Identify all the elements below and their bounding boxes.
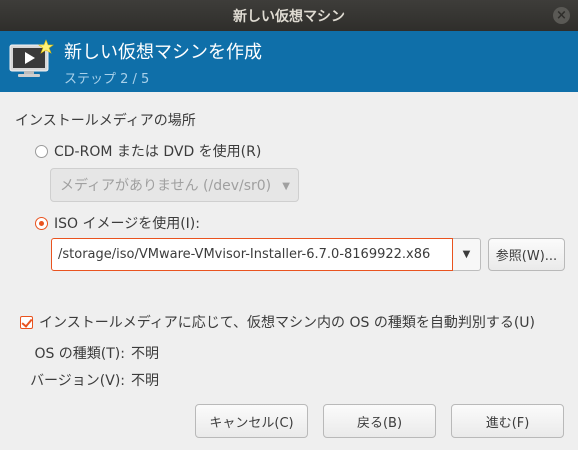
cancel-button-label: キャンセル(C)	[209, 415, 294, 431]
version-label: バージョン(V):	[30, 373, 125, 389]
window-titlebar: 新しい仮想マシン ×	[0, 0, 578, 31]
iso-radio-label: ISO イメージを使用(I):	[54, 216, 200, 232]
auto-detect-checkbox[interactable]	[20, 315, 33, 329]
window-title: 新しい仮想マシン	[233, 8, 345, 25]
version-value: 不明	[131, 373, 159, 389]
cdrom-device-value: メディアがありません (/dev/sr0)	[60, 178, 272, 194]
iso-radio-option[interactable]: ISO イメージを使用(I):	[35, 213, 200, 233]
cdrom-radio-option[interactable]: CD-ROM または DVD を使用(R)	[35, 141, 261, 161]
install-media-section-label: インストールメディアの場所	[15, 113, 196, 129]
iso-radio[interactable]	[35, 216, 48, 230]
iso-path-value: /storage/iso/VMware-VMvisor-Installer-6.…	[58, 247, 431, 262]
cdrom-radio[interactable]	[35, 144, 48, 158]
auto-detect-option[interactable]: インストールメディアに応じて、仮想マシン内の OS の種類を自動判別する(U)	[20, 312, 535, 332]
os-type-value: 不明	[131, 346, 159, 362]
page-title: 新しい仮想マシンを作成	[64, 42, 262, 63]
iso-history-dropdown[interactable]: ▼	[453, 238, 481, 271]
iso-path-input[interactable]: /storage/iso/VMware-VMvisor-Installer-6.…	[51, 238, 453, 271]
forward-button-label: 進む(F)	[485, 415, 530, 431]
auto-detect-label: インストールメディアに応じて、仮想マシン内の OS の種類を自動判別する(U)	[39, 315, 536, 331]
cancel-button[interactable]: キャンセル(C)	[195, 404, 308, 438]
cdrom-radio-label: CD-ROM または DVD を使用(R)	[54, 144, 262, 160]
cdrom-device-select: メディアがありません (/dev/sr0) ▼	[50, 168, 299, 202]
back-button-label: 戻る(B)	[356, 415, 403, 431]
forward-button[interactable]: 進む(F)	[451, 404, 564, 438]
chevron-down-icon: ▼	[282, 181, 290, 192]
chevron-down-icon: ▼	[462, 249, 471, 260]
browse-button[interactable]: 参照(W)...	[488, 238, 565, 271]
os-type-row: OS の種類(T): 不明	[25, 343, 159, 363]
back-button[interactable]: 戻る(B)	[323, 404, 436, 438]
close-icon[interactable]: ×	[553, 7, 570, 24]
os-type-label: OS の種類(T):	[34, 346, 125, 362]
wizard-header: 新しい仮想マシンを作成 ステップ 2 / 5	[0, 31, 578, 92]
browse-button-label: 参照(W)...	[495, 249, 558, 264]
vm-monitor-icon	[8, 37, 56, 81]
version-row: バージョン(V): 不明	[25, 370, 159, 390]
step-indicator: ステップ 2 / 5	[64, 72, 150, 87]
